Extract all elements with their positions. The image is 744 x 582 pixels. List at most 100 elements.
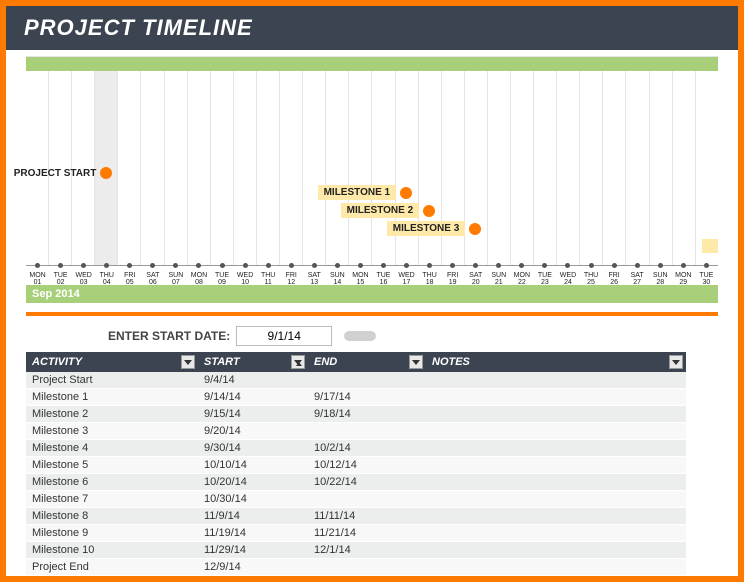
cell-end[interactable]: 9/17/14 [308,389,426,406]
cell-notes[interactable] [426,440,686,457]
axis-tick: MON08 [187,266,210,286]
cell-notes[interactable] [426,508,686,525]
cell-notes[interactable] [426,423,686,440]
axis-tick: THU11 [257,266,280,286]
cell-activity[interactable]: Project End [26,559,198,576]
scroll-slider[interactable] [344,331,376,341]
cell-end[interactable]: 10/12/14 [308,457,426,474]
axis-tick: TUE16 [372,266,395,286]
axis-tick: TUE09 [211,266,234,286]
start-date-row: ENTER START DATE: [26,326,718,346]
cell-end[interactable]: 11/11/14 [308,508,426,525]
marker-label: MILESTONE 3 [387,221,466,236]
cell-activity[interactable]: Milestone 6 [26,474,198,491]
axis-tick: SUN14 [326,266,349,286]
grid-column [26,57,48,265]
table-row[interactable]: Milestone 1011/29/1412/1/14 [26,542,686,559]
table-row[interactable]: Milestone 29/15/149/18/14 [26,406,686,423]
grid-column [325,57,348,265]
cell-start[interactable]: 11/9/14 [198,508,308,525]
cell-notes[interactable] [426,525,686,542]
cell-notes[interactable] [426,389,686,406]
cell-activity[interactable]: Milestone 5 [26,457,198,474]
table-row[interactable]: Milestone 811/9/1411/11/14 [26,508,686,525]
table-header-row: ACTIVITY START END NOTES [26,352,686,372]
axis-tick: WED10 [234,266,257,286]
filter-icon[interactable] [181,355,195,369]
grid-column [140,57,163,265]
cell-end[interactable]: 10/22/14 [308,474,426,491]
activity-table: ACTIVITY START END NOTES Project Start9/… [26,352,686,576]
axis-tick: THU25 [580,266,603,286]
cell-start[interactable]: 10/30/14 [198,491,308,508]
grid-column [48,57,71,265]
cell-activity[interactable]: Milestone 2 [26,406,198,423]
cell-start[interactable]: 9/4/14 [198,372,308,389]
cell-activity[interactable]: Project Start [26,372,198,389]
marker-dot-icon [423,205,435,217]
table-row[interactable]: Milestone 510/10/1410/12/14 [26,457,686,474]
timeline-chart: MON01TUE02WED03THU04FRI05SAT06SUN07MON08… [26,56,718,294]
grid-column [625,57,648,265]
table-row[interactable]: Milestone 19/14/149/17/14 [26,389,686,406]
cell-end[interactable] [308,372,426,389]
cell-activity[interactable]: Milestone 7 [26,491,198,508]
grid-column [94,57,117,265]
cell-start[interactable]: 9/20/14 [198,423,308,440]
cell-notes[interactable] [426,559,686,576]
axis-tick: SAT20 [464,266,487,286]
cell-activity[interactable]: Milestone 3 [26,423,198,440]
col-activity[interactable]: ACTIVITY [26,352,198,372]
grid-column [579,57,602,265]
cell-start[interactable]: 9/14/14 [198,389,308,406]
cell-start[interactable]: 11/19/14 [198,525,308,542]
table-row[interactable]: Project End12/9/14 [26,559,686,576]
cell-notes[interactable] [426,406,686,423]
axis-tick: MON29 [672,266,695,286]
filter-icon[interactable] [669,355,683,369]
cell-start[interactable]: 9/30/14 [198,440,308,457]
cell-start[interactable]: 9/15/14 [198,406,308,423]
col-notes[interactable]: NOTES [426,352,686,372]
table-row[interactable]: Milestone 710/30/14 [26,491,686,508]
filter-icon[interactable] [409,355,423,369]
cell-activity[interactable]: Milestone 8 [26,508,198,525]
cell-end[interactable]: 10/2/14 [308,440,426,457]
sort-icon[interactable] [291,355,305,369]
cell-end[interactable]: 9/18/14 [308,406,426,423]
cell-notes[interactable] [426,372,686,389]
table-row[interactable]: Project Start9/4/14 [26,372,686,389]
cell-start[interactable]: 11/29/14 [198,542,308,559]
start-date-label: ENTER START DATE: [108,329,230,343]
cell-notes[interactable] [426,542,686,559]
col-start[interactable]: START [198,352,308,372]
cell-activity[interactable]: Milestone 9 [26,525,198,542]
cell-activity[interactable]: Milestone 4 [26,440,198,457]
table-row[interactable]: Milestone 911/19/1411/21/14 [26,525,686,542]
grid-column [210,57,233,265]
marker-label: MILESTONE 2 [341,203,420,218]
cell-end[interactable]: 11/21/14 [308,525,426,542]
col-end[interactable]: END [308,352,426,372]
table-row[interactable]: Milestone 49/30/1410/2/14 [26,440,686,457]
table-row[interactable]: Milestone 39/20/14 [26,423,686,440]
cell-notes[interactable] [426,474,686,491]
cell-start[interactable]: 12/9/14 [198,559,308,576]
cell-activity[interactable]: Milestone 10 [26,542,198,559]
start-date-input[interactable] [236,326,332,346]
cell-notes[interactable] [426,457,686,474]
axis-tick: TUE30 [695,266,718,286]
cell-end[interactable] [308,423,426,440]
timeline-end-cap [702,239,718,253]
cell-start[interactable]: 10/20/14 [198,474,308,491]
axis-tick: SUN07 [164,266,187,286]
cell-activity[interactable]: Milestone 1 [26,389,198,406]
cell-notes[interactable] [426,491,686,508]
timeline-grid [26,57,718,265]
cell-start[interactable]: 10/10/14 [198,457,308,474]
cell-end[interactable] [308,491,426,508]
table-row[interactable]: Milestone 610/20/1410/22/14 [26,474,686,491]
axis-tick: SUN28 [649,266,672,286]
cell-end[interactable]: 12/1/14 [308,542,426,559]
cell-end[interactable] [308,559,426,576]
